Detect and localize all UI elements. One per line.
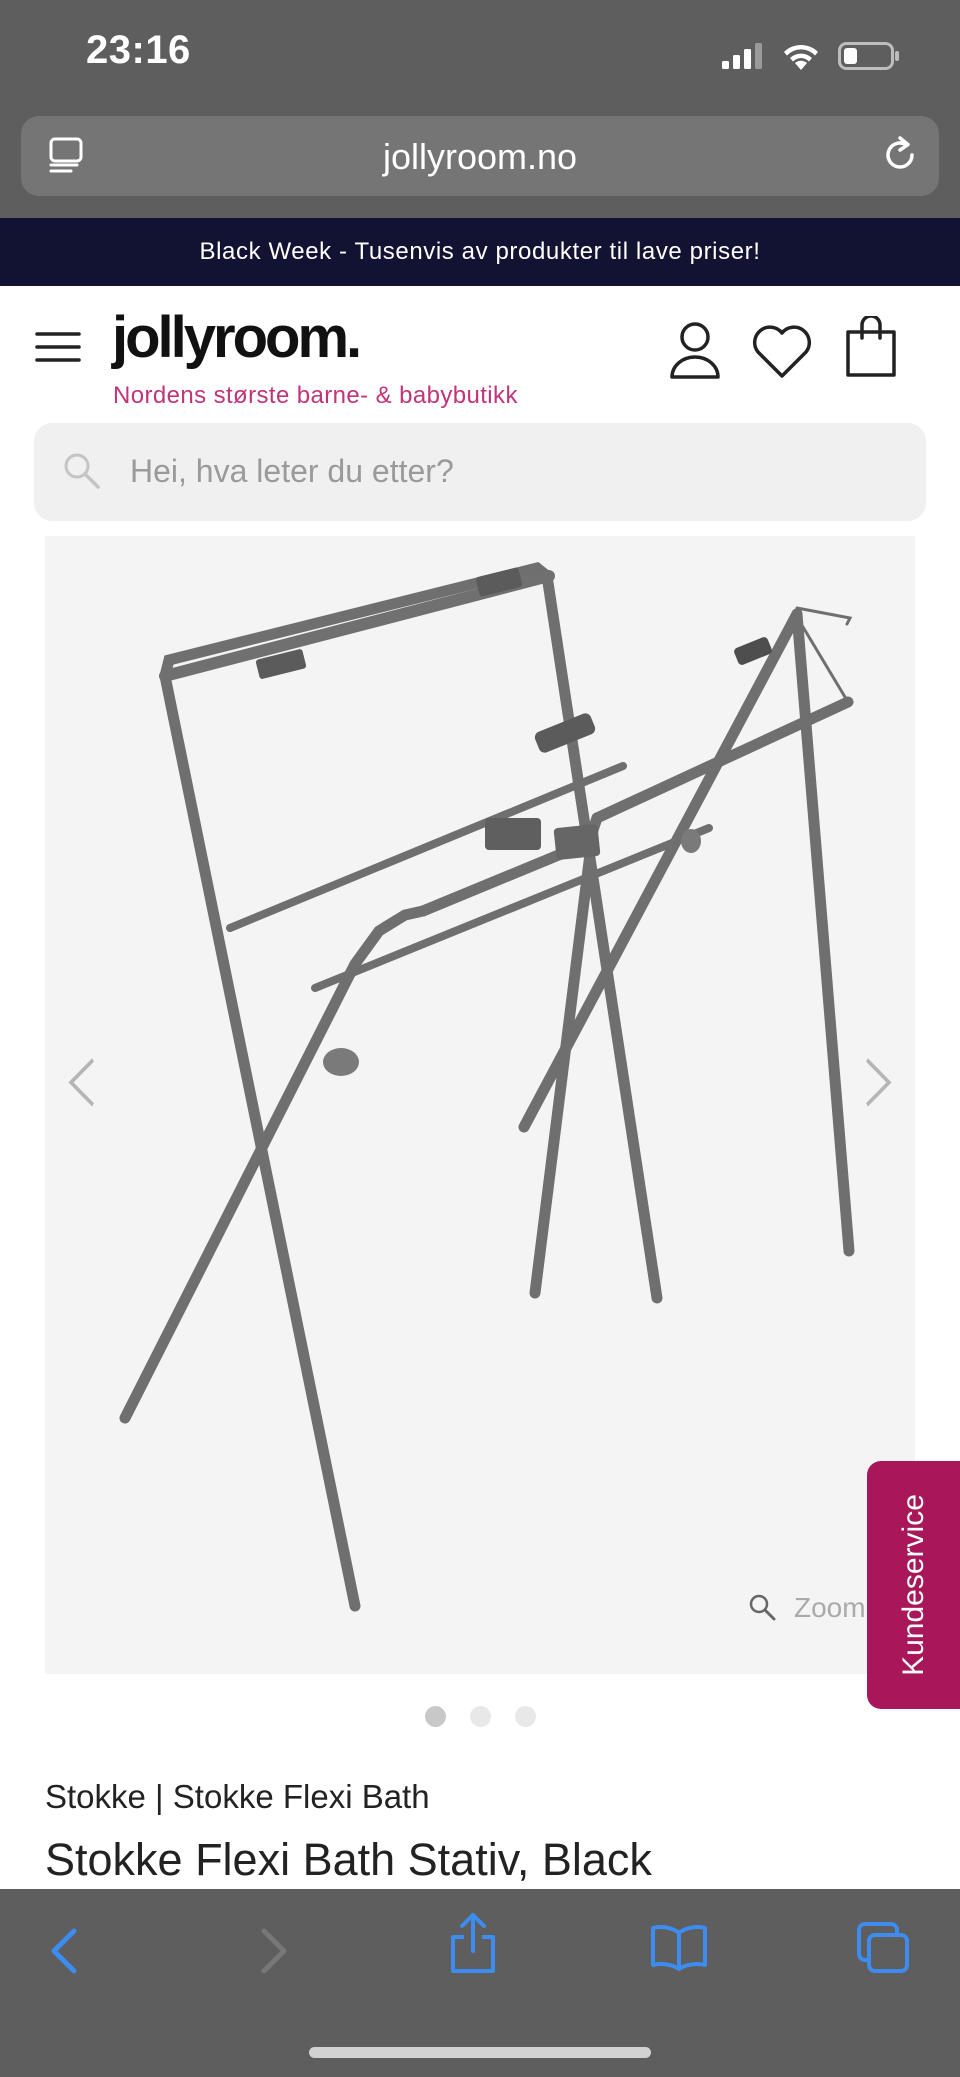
browser-top-chrome: 23:16 jollyroom.no [0,0,960,218]
product-image-gallery[interactable] [45,536,915,1674]
address-bar[interactable]: jollyroom.no [21,116,939,196]
promo-banner[interactable]: Black Week - Tusenvis av produkter til l… [0,218,960,286]
tabs-icon[interactable] [856,1921,910,1975]
search-placeholder: Hei, hva leter du etter? [130,453,454,489]
carousel-dot[interactable] [469,1706,491,1727]
site-tagline: Nordens største barne- & babybutikk [113,382,518,409]
customer-service-tab[interactable]: Kundeservice [867,1461,960,1709]
menu-icon[interactable] [35,331,81,363]
prev-arrow-icon[interactable] [68,1058,94,1107]
search-icon [64,453,100,489]
product-image[interactable] [45,536,915,1674]
battery-icon [838,42,899,70]
share-icon[interactable] [448,1911,498,1975]
zoom-label[interactable]: Zoom [794,1592,866,1624]
reload-icon[interactable] [879,134,921,176]
product-title: Stokke Flexi Bath Stativ, Black [45,1834,652,1885]
signal-icon [722,43,762,69]
wishlist-icon[interactable] [750,322,814,380]
zoom-icon[interactable] [749,1594,776,1621]
next-arrow-icon[interactable] [866,1058,892,1107]
cart-icon[interactable] [845,316,897,378]
customer-service-label: Kundeservice [896,1494,930,1676]
account-icon[interactable] [669,320,721,380]
status-icons [722,36,900,76]
url-text: jollyroom.no [382,136,578,177]
forward-icon[interactable] [256,1927,292,1975]
carousel-dots [0,1706,960,1727]
product-brand-line[interactable]: Stokke | Stokke Flexi Bath [45,1778,430,1816]
site-logo[interactable]: jollyroom. [112,304,362,371]
site-header: jollyroom. Nordens største barne- & baby… [0,286,960,416]
home-indicator [309,2047,651,2058]
carousel-dot[interactable] [514,1706,536,1727]
status-time: 23:16 [86,28,191,72]
carousel-dot[interactable] [424,1706,446,1727]
back-icon[interactable] [46,1927,82,1975]
search-input[interactable]: Hei, hva leter du etter? [34,423,926,521]
bookmarks-icon[interactable] [650,1923,708,1971]
wifi-icon [784,44,818,70]
